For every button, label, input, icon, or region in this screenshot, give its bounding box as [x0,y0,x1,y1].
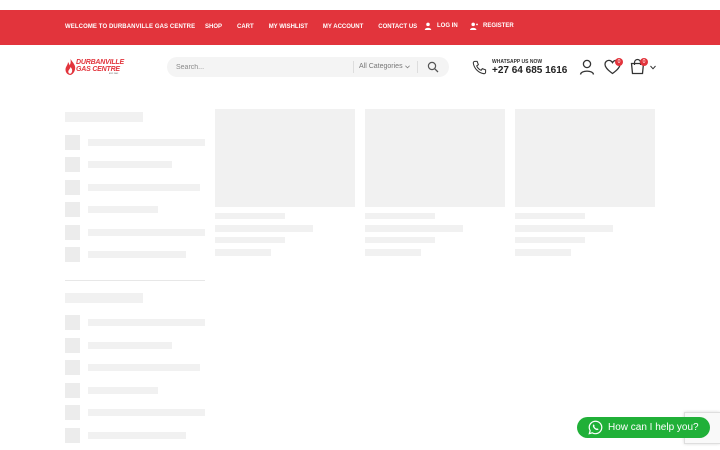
user-icon[interactable] [579,59,595,75]
site-logo[interactable]: DURBANVILLE GAS CENTRE EST. 2002 [65,58,124,76]
skeleton-thumb [65,315,80,330]
search-separator-2 [417,61,418,73]
nav-contact-us[interactable]: CONTACT US [378,24,417,30]
skeleton-thumb [65,225,80,240]
nav-my-wishlist[interactable]: MY WISHLIST [269,24,308,30]
category-label: All Categories [359,63,403,70]
top-white-strip [0,0,720,10]
user-plus-icon [470,22,478,30]
chevron-down-icon [650,65,656,70]
phone-icon [472,60,487,75]
whatsapp-chat-button[interactable]: How can I help you? [577,417,710,438]
skeleton-line [365,249,421,256]
skeleton-line [215,213,285,219]
skeleton-line [88,139,205,146]
wishlist-count-badge: 0 [615,58,623,66]
nav-shop[interactable]: SHOP [205,24,222,30]
cart-count-badge: 0 [640,58,648,66]
skeleton-line [88,251,186,258]
skeleton-line [88,229,205,236]
skeleton-thumb [65,135,80,150]
category-select[interactable]: All Categories [359,63,410,70]
flame-icon [65,59,76,75]
login-link[interactable]: LOG IN [424,22,458,30]
skeleton-thumb [65,428,80,443]
skeleton-line [515,249,571,256]
skeleton-line [88,432,186,439]
skeleton-product-image [215,109,355,207]
chevron-down-icon [404,64,410,68]
skeleton-line [88,184,200,191]
logo-line-2: GAS CENTRE [76,66,120,73]
skeleton-thumb [65,360,80,375]
nav-cart[interactable]: CART [237,24,254,30]
skeleton-line [365,237,435,243]
skeleton-line [88,387,158,394]
register-link[interactable]: REGISTER [470,22,514,30]
skeleton-line [515,213,585,219]
skeleton-product-image [515,109,655,207]
sidebar-divider [65,280,205,281]
main-header: DURBANVILLE GAS CENTRE EST. 2002 All Cat… [0,45,720,90]
skeleton-line [88,342,172,349]
skeleton-line [215,225,313,232]
nav-my-account[interactable]: MY ACCOUNT [323,24,363,30]
skeleton-heading [65,293,143,303]
register-label: REGISTER [483,23,514,29]
skeleton-line [515,225,613,232]
skeleton-thumb [65,202,80,217]
top-bar: WELCOME TO DURBANVILLE GAS CENTRE SHOP C… [0,10,720,45]
skeleton-thumb [65,383,80,398]
user-small-icon [424,22,432,30]
skeleton-thumb [65,405,80,420]
skeleton-thumb [65,247,80,262]
search-bar: All Categories [167,57,449,77]
chat-label: How can I help you? [608,422,699,433]
skeleton-line [88,364,200,371]
whatsapp-contact[interactable]: WHATSAPP US NOW +27 64 685 1616 [472,58,572,78]
logo-sub: EST. 2002 [109,73,119,75]
skeleton-line [88,319,205,326]
skeleton-line [88,161,172,168]
search-icon[interactable] [427,61,439,73]
skeleton-thumb [65,338,80,353]
skeleton-line [515,237,585,243]
skeleton-line [365,213,435,219]
search-input[interactable] [176,57,346,77]
skeleton-line [215,249,271,256]
welcome-text: WELCOME TO DURBANVILLE GAS CENTRE [65,24,196,30]
whatsapp-number: +27 64 685 1616 [492,65,568,76]
skeleton-heading [65,112,143,122]
skeleton-line [215,237,285,243]
login-label: LOG IN [437,23,458,29]
search-separator [353,61,354,73]
whatsapp-icon [588,420,603,435]
skeleton-product-image [365,109,505,207]
skeleton-thumb [65,157,80,172]
logo-line-1: DURBANVILLE [76,59,124,66]
top-nav: SHOP CART MY WISHLIST MY ACCOUNT CONTACT… [205,24,417,30]
skeleton-line [88,409,205,416]
skeleton-thumb [65,180,80,195]
skeleton-line [88,206,158,213]
skeleton-line [365,225,463,232]
